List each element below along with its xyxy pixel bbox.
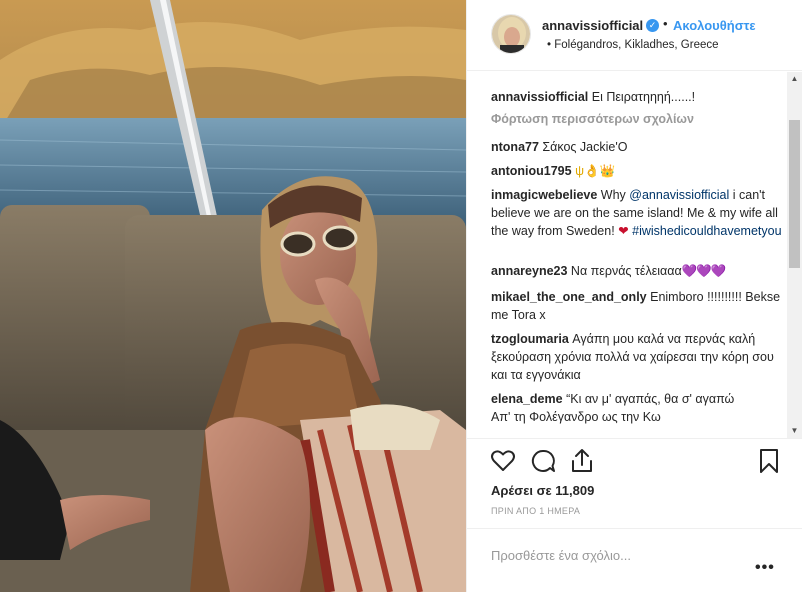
comment-item: antoniou1795 ψ👌👑	[491, 162, 786, 180]
comment-item: annavissiofficial Ει Πειρατηηηή......!	[491, 88, 786, 106]
location-prefix: •	[547, 39, 552, 51]
location-text: Folégandros, Kikladhes, Greece	[554, 39, 719, 51]
header-separator: •	[663, 16, 668, 31]
add-comment-section: •••	[467, 528, 802, 592]
post-header: annavissiofficial ✓ • Ακολουθήστε • Folé…	[467, 0, 802, 71]
post-image	[0, 0, 466, 592]
comment-username[interactable]: inmagicwebelieve	[491, 188, 597, 202]
add-comment-input[interactable]	[491, 545, 741, 565]
post-side-panel: annavissiofficial ✓ • Ακολουθήστε • Folé…	[466, 0, 802, 592]
comment-username[interactable]: mikael_the_one_and_only	[491, 290, 647, 304]
post-timestamp[interactable]: ΠΡΙΝ ΑΠΟ 1 ΗΜΕΡΑ	[491, 506, 580, 516]
comment-item: annareyne23 Να περνάς τέλειααα💜💜💜	[491, 262, 786, 280]
comment-username[interactable]: annavissiofficial	[491, 90, 588, 104]
comment-item: ntona77 Σάκος Jackie'O	[491, 138, 786, 156]
comment-item: elena_deme “Κι αν μ' αγαπάς, θα σ' αγαπώ…	[491, 390, 786, 426]
header-username-link[interactable]: annavissiofficial	[542, 18, 643, 33]
comments-scrollbar[interactable]: ▲ ▼	[787, 72, 802, 438]
comment-text: “Κι αν μ' αγαπάς, θα σ' αγαπώ	[566, 392, 735, 406]
heart-icon[interactable]	[489, 447, 517, 475]
bookmark-icon[interactable]	[755, 447, 783, 475]
comment-mention-link[interactable]: @annavissiofficial	[629, 188, 729, 202]
comment-username[interactable]: ntona77	[491, 140, 539, 154]
comment-hashtag-link[interactable]: #iwishedicouldhavemetyou	[632, 224, 781, 238]
comment-text-pre: Why	[600, 188, 630, 202]
avatar[interactable]	[491, 14, 531, 54]
scroll-down-arrow-icon[interactable]: ▼	[787, 424, 802, 438]
comment-text: Να περνάς τέλειααα	[570, 264, 682, 278]
scroll-up-arrow-icon[interactable]: ▲	[787, 72, 802, 86]
load-more-comments-button[interactable]: Φόρτωση περισσότερων σχολίων	[491, 112, 694, 126]
comment-item: mikael_the_one_and_only Enimboro !!!!!!!…	[491, 288, 786, 324]
comment-username[interactable]: elena_deme	[491, 392, 563, 406]
comment-username[interactable]: annareyne23	[491, 264, 567, 278]
comment-item: tzogloumaria Αγάπη μου καλά να περνάς κα…	[491, 330, 786, 384]
comment-text: ψ👌👑	[575, 164, 616, 178]
comment-item: inmagicwebelieve Why @annavissiofficial …	[491, 186, 786, 240]
comment-username[interactable]: antoniou1795	[491, 164, 572, 178]
purple-hearts-emoji: 💜💜💜	[681, 264, 727, 278]
post-actions-bar	[467, 438, 802, 488]
comment-icon[interactable]	[529, 447, 557, 475]
follow-button[interactable]: Ακολουθήστε	[673, 18, 756, 33]
more-options-icon[interactable]: •••	[755, 559, 775, 577]
comment-text: Ει Πειρατηηηή......!	[591, 90, 696, 104]
post-photo[interactable]	[0, 0, 466, 592]
scroll-thumb[interactable]	[789, 120, 800, 268]
verified-badge-icon: ✓	[646, 19, 659, 32]
likes-count[interactable]: Αρέσει σε 11,809	[491, 483, 594, 498]
comment-text-line2: Απ' τη Φολέγανδρο ως την Κω	[491, 410, 661, 424]
heart-emoji: ❤	[618, 224, 629, 238]
share-icon[interactable]	[568, 447, 596, 475]
comment-username[interactable]: tzogloumaria	[491, 332, 569, 346]
comments-list: annavissiofficial Ει Πειρατηηηή......! Φ…	[467, 72, 787, 438]
comment-text: Σάκος Jackie'O	[542, 140, 628, 154]
location-link[interactable]: • Folégandros, Kikladhes, Greece	[547, 39, 719, 51]
